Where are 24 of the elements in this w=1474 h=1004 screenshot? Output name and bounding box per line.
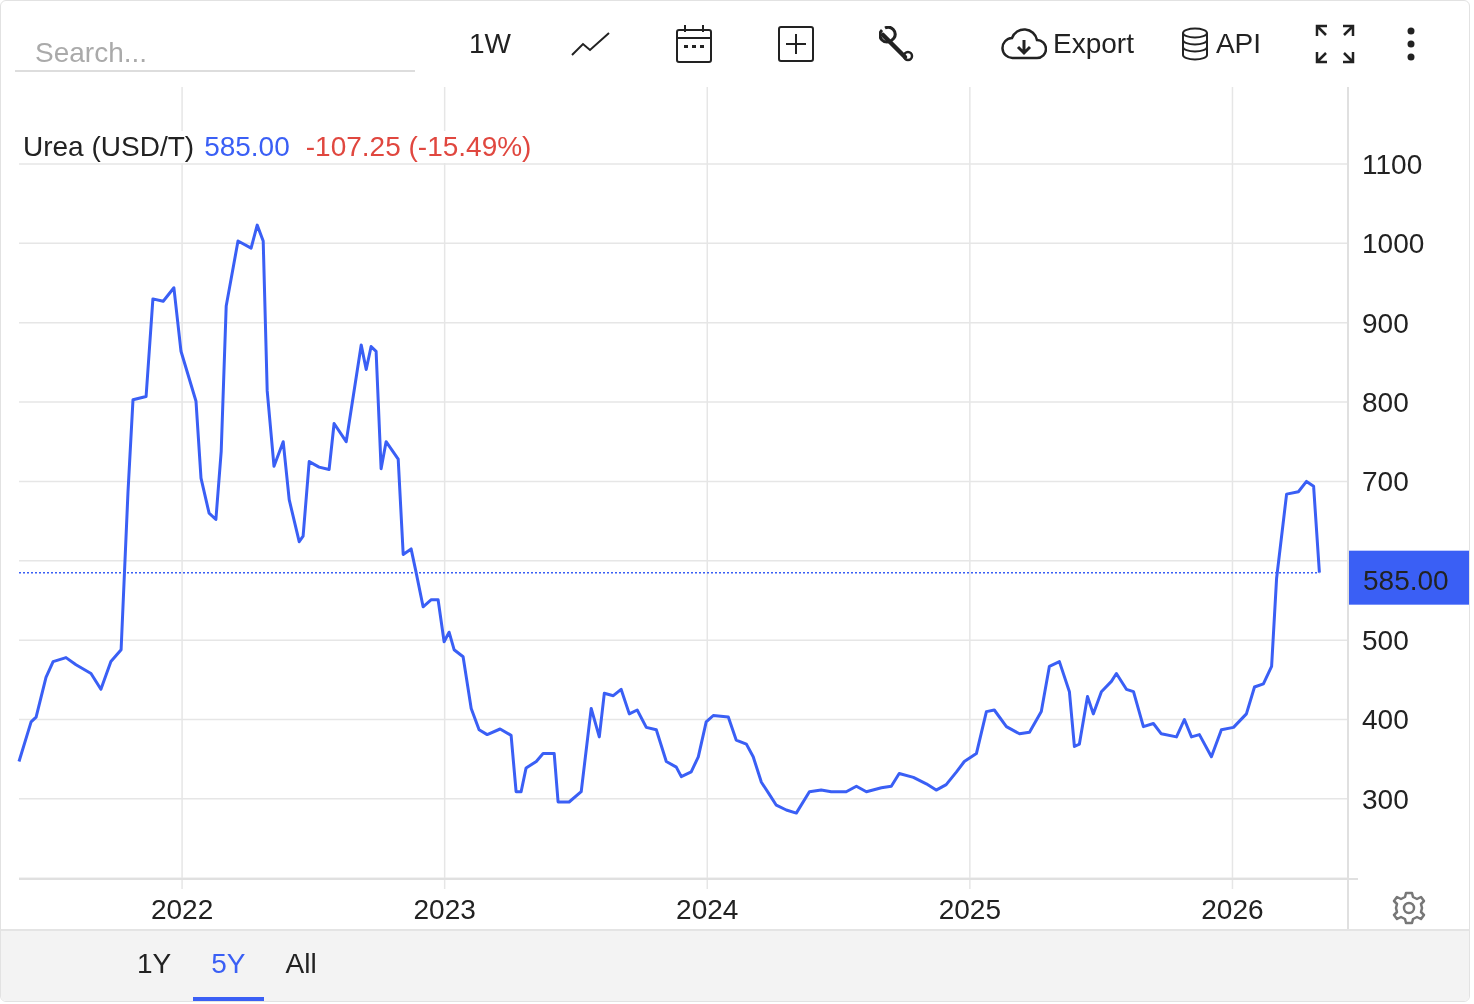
y-axis-label: 500	[1362, 625, 1409, 657]
y-axis-label: 300	[1362, 783, 1409, 815]
range-tab[interactable]: 5Y	[193, 931, 264, 1001]
range-tab[interactable]: 1Y	[119, 931, 190, 1001]
y-axis-label: 900	[1362, 307, 1409, 339]
interval-button[interactable]: 1W	[469, 28, 511, 60]
price-badge: 585.00	[1349, 550, 1469, 605]
y-axis-label: 400	[1362, 704, 1409, 736]
series-change: -107.25 (-15.49%)	[305, 131, 532, 163]
series-name: Urea (USD/T)	[23, 131, 195, 163]
series-price: 585.00	[204, 131, 290, 163]
x-axis-label: 2022	[150, 894, 214, 925]
x-axis-label: 2023	[413, 894, 476, 925]
y-axis-label: 1000	[1362, 228, 1425, 260]
range-tab[interactable]: All	[267, 931, 335, 1001]
y-axis-label: 800	[1362, 387, 1409, 419]
x-axis-label: 2026	[1201, 894, 1264, 925]
x-axis-label: 2024	[676, 894, 739, 925]
x-axis-label: 2025	[938, 894, 1001, 925]
y-axis-label: 1100	[1362, 149, 1423, 180]
export-button[interactable]: Export	[1001, 28, 1134, 60]
ref-line-label: 585.00	[1363, 564, 1449, 596]
api-button[interactable]: API	[1179, 27, 1262, 61]
y-axis-label: 700	[1362, 466, 1409, 498]
